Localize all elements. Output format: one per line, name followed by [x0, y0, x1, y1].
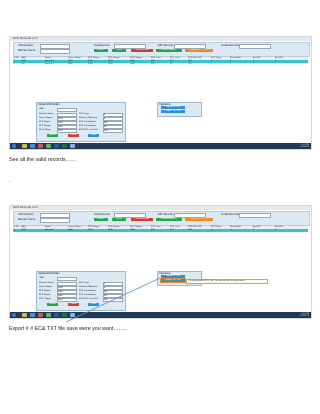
caption-bottom: Export # # EC& TXT file save were you wa…: [9, 326, 127, 332]
pointer-line: [65, 277, 161, 323]
pointer-line-stroke: [65, 277, 161, 323]
